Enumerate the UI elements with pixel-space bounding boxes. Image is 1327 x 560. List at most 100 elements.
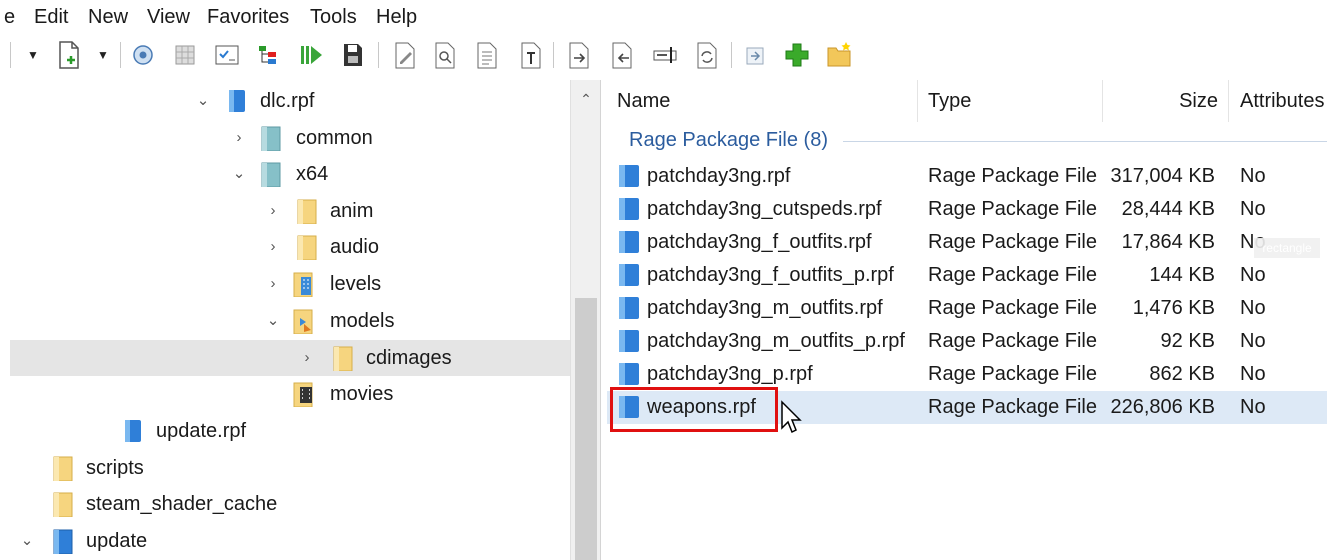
column-header-size[interactable]: Size bbox=[1103, 80, 1229, 122]
tree-item-update[interactable]: ⌄ update bbox=[10, 523, 570, 559]
file-name: patchday3ng_f_outfits_p.rpf bbox=[647, 264, 894, 286]
expand-chevron-icon[interactable]: ⌄ bbox=[18, 529, 36, 553]
text-document-icon[interactable] bbox=[474, 40, 500, 70]
checklist-icon[interactable] bbox=[214, 40, 240, 70]
tree-item-steam-shader-cache[interactable]: steam_shader_cache bbox=[10, 486, 570, 522]
settings-icon[interactable] bbox=[130, 40, 156, 70]
expand-chevron-icon[interactable]: ⌄ bbox=[264, 309, 282, 333]
font-document-icon[interactable] bbox=[518, 40, 544, 70]
file-row[interactable]: patchday3ng_f_outfits.rpf Rage Package F… bbox=[607, 226, 1327, 259]
file-row[interactable]: patchday3ng_f_outfits_p.rpf Rage Package… bbox=[607, 259, 1327, 292]
mouse-cursor-icon bbox=[780, 400, 802, 436]
toolbar-separator bbox=[120, 42, 121, 68]
menu-edit[interactable]: Edit bbox=[34, 6, 68, 29]
building-folder-icon bbox=[292, 271, 314, 297]
refresh-icon[interactable] bbox=[694, 40, 720, 70]
file-size: 317,004 KB bbox=[1110, 165, 1215, 187]
tree-scrollbar[interactable]: ⌃ bbox=[570, 80, 600, 560]
column-header-name[interactable]: Name bbox=[617, 80, 918, 122]
menu-view[interactable]: View bbox=[147, 6, 190, 29]
folder-tree-pane[interactable]: ⌄ dlc.rpf › common ⌄ x64 › anim › audio … bbox=[0, 80, 570, 560]
group-divider bbox=[843, 141, 1327, 142]
collapse-chevron-icon[interactable]: › bbox=[264, 272, 282, 296]
column-header-attributes[interactable]: Attributes bbox=[1240, 80, 1327, 122]
tree-item-x64[interactable]: ⌄ x64 bbox=[10, 156, 570, 192]
extract-icon[interactable] bbox=[742, 40, 768, 70]
expand-chevron-icon[interactable]: ⌄ bbox=[230, 162, 248, 186]
collapse-chevron-icon[interactable]: › bbox=[264, 235, 282, 259]
rpf-archive-icon bbox=[122, 418, 144, 444]
file-list-pane[interactable]: Name Type Size Attributes Rage Package F… bbox=[607, 80, 1327, 560]
tree-item-common[interactable]: › common bbox=[10, 120, 570, 156]
film-folder-icon bbox=[292, 381, 314, 407]
file-name: patchday3ng_f_outfits.rpf bbox=[647, 231, 872, 253]
tree-item-label: update.rpf bbox=[156, 420, 247, 442]
menu-file[interactable]: e bbox=[4, 6, 15, 29]
folder-icon bbox=[332, 345, 354, 371]
export-icon[interactable] bbox=[566, 40, 592, 70]
file-attributes: No bbox=[1240, 396, 1266, 418]
search-document-icon[interactable] bbox=[432, 40, 458, 70]
group-header-label: Rage Package File (8) bbox=[629, 129, 828, 151]
menu-new[interactable]: New bbox=[88, 6, 128, 29]
blue-folder-icon bbox=[52, 528, 74, 554]
models-folder-icon bbox=[292, 308, 314, 334]
folder-icon bbox=[52, 491, 74, 517]
tree-item-label: common bbox=[296, 127, 373, 149]
tree-item-cdimages[interactable]: › cdimages bbox=[10, 340, 570, 376]
file-row[interactable]: patchday3ng_m_outfits_p.rpf Rage Package… bbox=[607, 325, 1327, 358]
file-type: Rage Package File bbox=[928, 330, 1097, 352]
menu-tools[interactable]: Tools bbox=[310, 6, 357, 29]
group-header[interactable]: Rage Package File (8) bbox=[607, 124, 1327, 158]
menu-help[interactable]: Help bbox=[376, 6, 417, 29]
save-icon[interactable] bbox=[340, 40, 366, 70]
rpf-file-icon bbox=[617, 361, 641, 387]
edit-document-icon[interactable] bbox=[392, 40, 418, 70]
rpf-file-icon bbox=[617, 196, 641, 222]
collapse-chevron-icon[interactable]: › bbox=[298, 346, 316, 370]
scrollbar-thumb[interactable] bbox=[575, 298, 597, 560]
expand-chevron-icon[interactable]: ⌄ bbox=[194, 89, 212, 113]
file-row[interactable]: patchday3ng.rpf Rage Package File 317,00… bbox=[607, 160, 1327, 193]
teal-folder-icon bbox=[260, 161, 282, 187]
file-type: Rage Package File bbox=[928, 363, 1097, 385]
new-folder-icon[interactable] bbox=[826, 40, 852, 70]
new-dropdown-arrow[interactable]: ▼ bbox=[96, 40, 110, 70]
tree-item-models[interactable]: ⌄ models bbox=[10, 303, 570, 339]
tree-item-audio[interactable]: › audio bbox=[10, 229, 570, 265]
tree-item-anim[interactable]: › anim bbox=[10, 193, 570, 229]
tree-item-scripts[interactable]: scripts bbox=[10, 450, 570, 486]
toolbar-dropdown-arrow[interactable]: ▼ bbox=[26, 40, 40, 70]
collapse-chevron-icon[interactable]: › bbox=[230, 126, 248, 150]
rename-icon[interactable] bbox=[652, 40, 678, 70]
file-name: patchday3ng_p.rpf bbox=[647, 363, 813, 385]
new-file-icon[interactable] bbox=[56, 40, 82, 70]
rpf-file-icon bbox=[617, 229, 641, 255]
tree-icon[interactable] bbox=[256, 40, 282, 70]
file-row[interactable]: patchday3ng_m_outfits.rpf Rage Package F… bbox=[607, 292, 1327, 325]
import-icon[interactable] bbox=[609, 40, 635, 70]
file-name: patchday3ng_m_outfits_p.rpf bbox=[647, 330, 905, 352]
menu-favorites[interactable]: Favorites bbox=[207, 6, 289, 29]
pane-splitter[interactable] bbox=[600, 80, 606, 560]
folder-icon bbox=[296, 234, 318, 260]
toolbar-separator bbox=[378, 42, 379, 68]
file-row[interactable]: patchday3ng_cutspeds.rpf Rage Package Fi… bbox=[607, 193, 1327, 226]
tree-item-levels[interactable]: › levels bbox=[10, 266, 570, 302]
collapse-chevron-icon[interactable]: › bbox=[264, 199, 282, 223]
tree-item-label: audio bbox=[330, 236, 379, 258]
file-type: Rage Package File bbox=[928, 198, 1097, 220]
tree-item-dlc-rpf[interactable]: ⌄ dlc.rpf bbox=[10, 83, 570, 119]
grid-icon[interactable] bbox=[172, 40, 198, 70]
toolbar-separator bbox=[10, 42, 11, 68]
tree-item-label: steam_shader_cache bbox=[86, 493, 278, 515]
tree-item-update-rpf[interactable]: update.rpf bbox=[10, 413, 570, 449]
add-icon[interactable] bbox=[784, 40, 810, 70]
file-type: Rage Package File bbox=[928, 165, 1097, 187]
scroll-up-arrow-icon[interactable]: ⌃ bbox=[577, 90, 595, 108]
play-icon[interactable] bbox=[298, 40, 324, 70]
column-header-type[interactable]: Type bbox=[928, 80, 1103, 122]
tree-item-movies[interactable]: movies bbox=[10, 376, 570, 412]
tree-item-label: models bbox=[330, 310, 395, 332]
file-size: 17,864 KB bbox=[1121, 231, 1215, 253]
